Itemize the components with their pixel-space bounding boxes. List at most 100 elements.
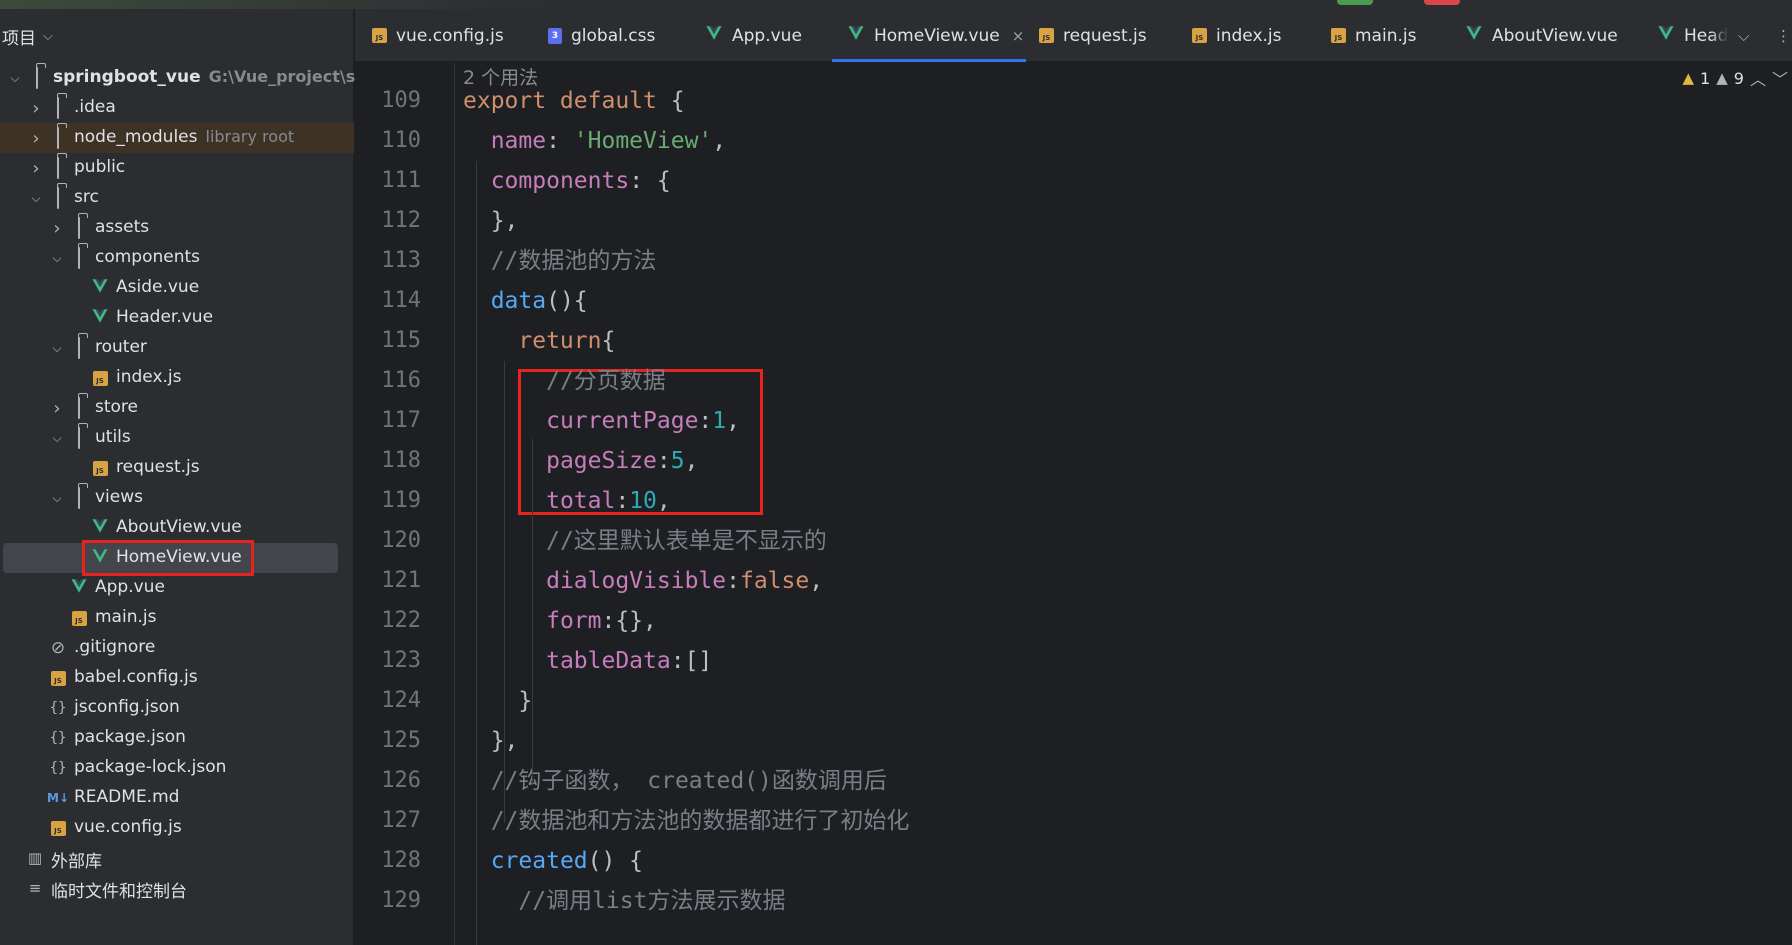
chevron-down-icon[interactable]: ⌵	[50, 431, 64, 445]
chevron-down-icon[interactable]: ⌵	[29, 191, 43, 205]
tree-item-text: public	[74, 157, 125, 177]
folder-icon	[78, 247, 80, 269]
code-line[interactable]: 126 //钩子函数， created()函数调用后	[355, 761, 1792, 801]
tree-item[interactable]: › assets	[0, 213, 354, 243]
tab-label: main.js	[1355, 25, 1417, 46]
chevron-right-icon[interactable]: ›	[29, 128, 43, 149]
css-file-icon: 3	[548, 27, 562, 44]
tree-item[interactable]: App.vue	[0, 573, 354, 603]
code-line[interactable]: 128 created() {	[355, 841, 1792, 881]
code-token: :	[615, 488, 630, 514]
tree-item[interactable]: ⌵ utils	[0, 423, 354, 453]
stop-indicator	[1424, 0, 1460, 5]
code-line[interactable]: 116 //分页数据	[355, 361, 1792, 401]
chevron-right-icon[interactable]: ›	[50, 218, 64, 239]
editor-tab[interactable]: JS request.js	[1039, 9, 1147, 62]
line-number: 118	[381, 448, 421, 473]
tree-item[interactable]: › .idea	[0, 93, 354, 123]
tree-item-icon	[49, 97, 67, 119]
tree-item[interactable]: AboutView.vue	[0, 513, 354, 543]
tree-item[interactable]: {} jsconfig.json	[0, 693, 354, 723]
editor-tab[interactable]: Head	[1657, 9, 1728, 62]
tree-item[interactable]: ⌵ router	[0, 333, 354, 363]
chevron-right-icon[interactable]: ›	[29, 98, 43, 119]
tree-item[interactable]: ⌵ views	[0, 483, 354, 513]
tab-label: vue.config.js	[396, 25, 504, 46]
tab-label: HomeView.vue	[874, 25, 1000, 46]
tab-icon: JS	[1192, 28, 1207, 43]
tree-item[interactable]: ≡ 临时文件和控制台	[0, 873, 354, 903]
code-line[interactable]: 114 data(){	[355, 281, 1792, 321]
tree-item[interactable]: JS request.js	[0, 453, 354, 483]
editor-tab[interactable]: App.vue	[705, 9, 802, 62]
more-options-icon[interactable]: ⋮	[1776, 9, 1791, 62]
editor-tab[interactable]: JS index.js	[1192, 9, 1282, 62]
code-editor[interactable]: 2 个用法 ▲ 1 ▲ 9 ︿ ﹀ 109 export default {110…	[355, 63, 1792, 945]
code-line[interactable]: 127 //数据池和方法池的数据都进行了初始化	[355, 801, 1792, 841]
chevron-right-icon[interactable]: ›	[50, 398, 64, 419]
editor-tab[interactable]: JS main.js	[1331, 9, 1416, 62]
tree-item[interactable]: ⊘ .gitignore	[0, 633, 354, 663]
tree-item-icon	[70, 487, 88, 509]
tree-item[interactable]: {} package-lock.json	[0, 753, 354, 783]
chevron-down-icon[interactable]: ⌵	[50, 341, 64, 355]
tree-item-label: index.js	[116, 367, 182, 387]
close-tab-icon[interactable]: ×	[1012, 27, 1025, 45]
code-line[interactable]: 121 dialogVisible:false,	[355, 561, 1792, 601]
editor-tab[interactable]: 3 global.css	[548, 9, 655, 62]
tree-item-text: components	[95, 247, 200, 267]
code-line[interactable]: 129 //调用list方法展示数据	[355, 881, 1792, 921]
tree-item[interactable]: JS index.js	[0, 363, 354, 393]
chevron-right-icon[interactable]: ›	[29, 158, 43, 179]
line-number: 117	[381, 408, 421, 433]
tree-item[interactable]: Header.vue	[0, 303, 354, 333]
code-line[interactable]: 110 name: 'HomeView',	[355, 121, 1792, 161]
tree-item[interactable]: {} package.json	[0, 723, 354, 753]
tab-icon	[847, 24, 865, 47]
code-token: :[]	[670, 648, 713, 674]
tree-item[interactable]: JS babel.config.js	[0, 663, 354, 693]
javascript-file-icon: JS	[92, 370, 108, 386]
code-line[interactable]: 119 total:10,	[355, 481, 1792, 521]
tree-item[interactable]: › node_modules library root	[0, 123, 354, 153]
editor-tab[interactable]: JS vue.config.js	[372, 9, 504, 62]
code-line[interactable]: 120 //这里默认表单是不显示的	[355, 521, 1792, 561]
code-line[interactable]: 115 return{	[355, 321, 1792, 361]
chevron-down-icon[interactable]: ⌵	[43, 29, 53, 44]
code-line[interactable]: 117 currentPage:1,	[355, 401, 1792, 441]
tree-item[interactable]: Aside.vue	[0, 273, 354, 303]
tree-item-icon: ⊘	[49, 638, 67, 658]
editor-tab[interactable]: AboutView.vue	[1465, 9, 1618, 62]
code-line[interactable]: 112 },	[355, 201, 1792, 241]
chevron-down-icon[interactable]: ⌵	[50, 251, 64, 265]
project-view-header[interactable]: 项目 ⌵	[0, 9, 353, 63]
tree-item[interactable]: › public	[0, 153, 354, 183]
editor-tab[interactable]: HomeView.vue ×	[831, 9, 1027, 62]
tab-label: AboutView.vue	[1492, 25, 1618, 46]
code-line[interactable]: 125 },	[355, 721, 1792, 761]
tree-item[interactable]: HomeView.vue	[0, 540, 354, 576]
code-line[interactable]: 109 export default {	[355, 81, 1792, 121]
tree-item[interactable]: ▥ 外部库	[0, 843, 354, 873]
tree-item[interactable]: JS main.js	[0, 603, 354, 633]
javascript-file-icon: JS	[1039, 28, 1054, 43]
chevron-down-icon[interactable]: ⌵	[8, 71, 22, 85]
library-icon: ▥	[27, 849, 43, 867]
tab-list-dropdown-icon[interactable]: ⌵	[1738, 9, 1749, 62]
code-line[interactable]: 113 //数据池的方法	[355, 241, 1792, 281]
tree-item[interactable]: ⌵ springboot_vue G:\Vue_project\spring	[0, 63, 403, 93]
tree-item[interactable]: ⌵ src	[0, 183, 354, 213]
chevron-down-icon[interactable]: ⌵	[50, 491, 64, 505]
tree-item[interactable]: › store	[0, 393, 354, 423]
code-line[interactable]: 118 pageSize:5,	[355, 441, 1792, 481]
code-line[interactable]: 111 components: {	[355, 161, 1792, 201]
code-line[interactable]: 124 }	[355, 681, 1792, 721]
code-line[interactable]: 123 tableData:[]	[355, 641, 1792, 681]
tree-item[interactable]: M↓ README.md	[0, 783, 354, 813]
tree-item-icon: JS	[70, 609, 88, 627]
tree-item[interactable]: JS vue.config.js	[0, 813, 354, 843]
line-number: 121	[381, 568, 421, 593]
tree-item[interactable]: ⌵ components	[0, 243, 354, 273]
code-line[interactable]: 122 form:{},	[355, 601, 1792, 641]
code-token: {	[670, 88, 685, 114]
